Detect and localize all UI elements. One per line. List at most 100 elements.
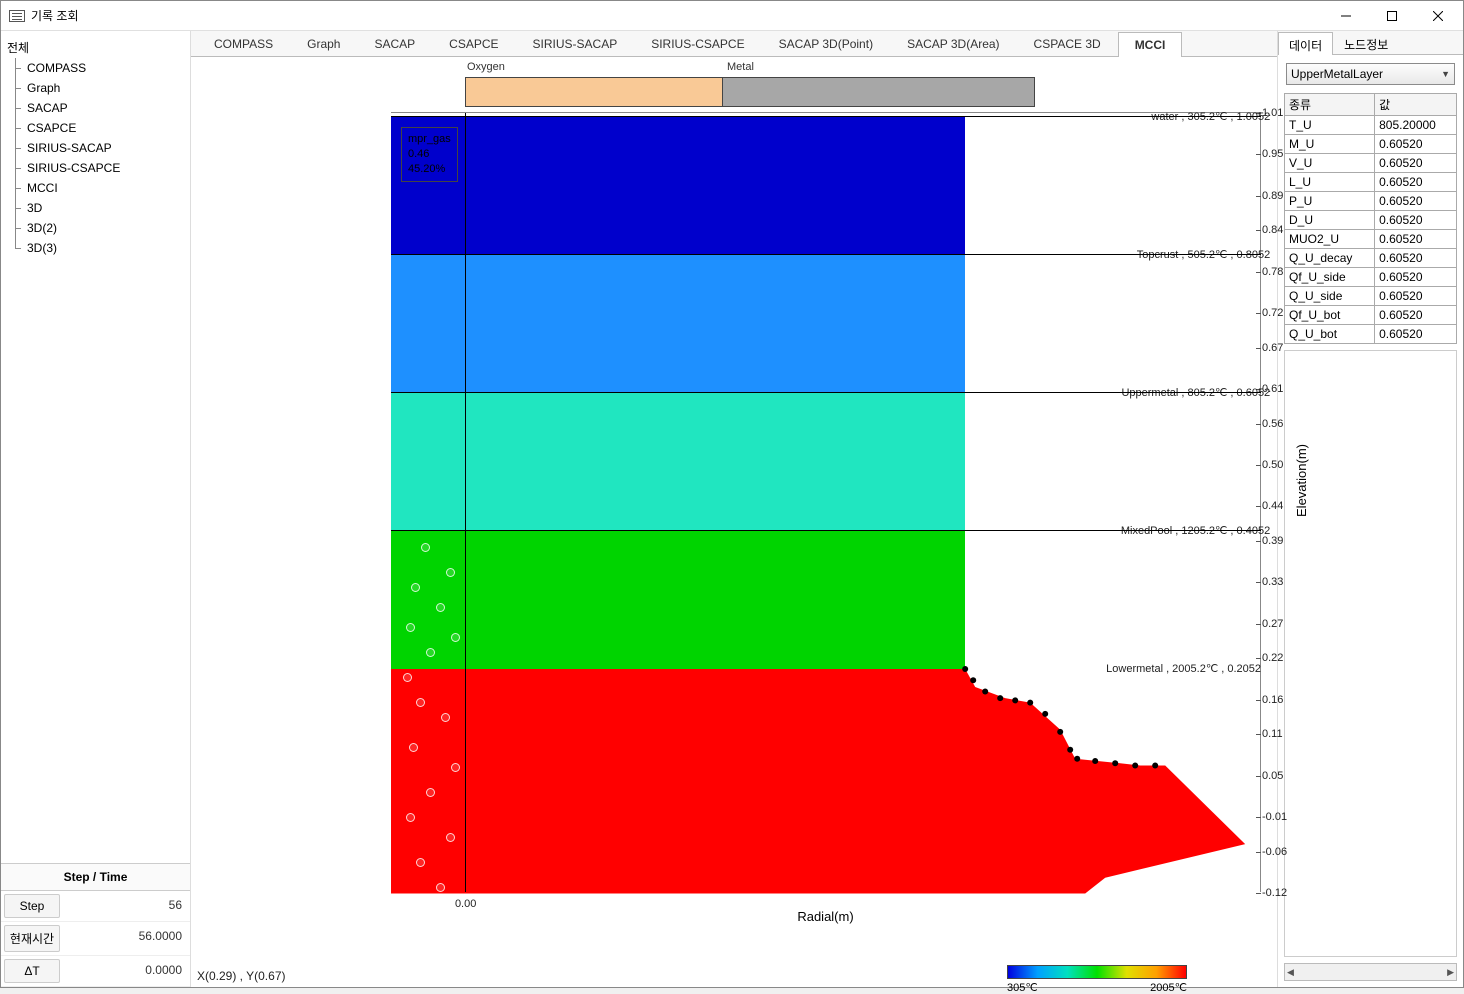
tab-compass[interactable]: COMPASS (197, 31, 290, 56)
tab-sirius-csapce[interactable]: SIRIUS-CSAPCE (634, 31, 761, 56)
right-tab[interactable]: 노드정보 (1333, 31, 1399, 54)
step-value: 56.0000 (63, 922, 190, 955)
layer-water: water , 305.2℃ , 1.0052 (391, 116, 965, 254)
tab-mcci[interactable]: MCCI (1118, 32, 1183, 57)
table-row[interactable]: Qf_U_side0.60520 (1285, 268, 1457, 287)
tree-item[interactable]: COMPASS (5, 58, 186, 78)
plot[interactable]: 1.010.950.890.840.780.720.670.610.560.50… (391, 112, 1261, 892)
close-button[interactable] (1415, 1, 1461, 31)
table-cell-val: 0.60520 (1375, 192, 1457, 211)
table-cell-val: 805.20000 (1375, 116, 1457, 135)
step-panel: Step / Time Step56현재시간56.0000ΔT0.0000 (1, 863, 190, 987)
table-row[interactable]: Qf_U_bot0.60520 (1285, 306, 1457, 325)
layer-lowermetal (391, 669, 1261, 893)
table-cell-val: 0.60520 (1375, 268, 1457, 287)
maximize-icon (1387, 11, 1397, 21)
coord-readout: X(0.29) , Y(0.67) (197, 969, 286, 983)
app-window: 기록 조회 전체 COMPASSGraphSACAPCSAPCESIRIUS-S… (0, 0, 1464, 988)
scroll-right-icon[interactable]: ▶ (1447, 967, 1454, 978)
info-line-1: mpr_gas (408, 132, 451, 147)
table-row[interactable]: M_U0.60520 (1285, 135, 1457, 154)
bubble-icon (403, 673, 412, 682)
y-tick: 0.84 (1262, 224, 1283, 236)
bubble-icon (421, 543, 430, 552)
table-row[interactable]: T_U805.20000 (1285, 116, 1457, 135)
window-title: 기록 조회 (31, 7, 1323, 24)
step-label[interactable]: Step (4, 894, 60, 918)
vertical-marker (465, 113, 466, 892)
table-row[interactable]: Q_U_side0.60520 (1285, 287, 1457, 306)
tree-item[interactable]: SACAP (5, 98, 186, 118)
data-table[interactable]: 종류 값 T_U805.20000M_U0.60520V_U0.60520L_U… (1284, 93, 1457, 344)
table-cell-val: 0.60520 (1375, 306, 1457, 325)
scroll-left-icon[interactable]: ◀ (1287, 967, 1294, 978)
bubble-icon (446, 568, 455, 577)
tree-root-label[interactable]: 전체 (5, 37, 186, 58)
table-row[interactable]: P_U0.60520 (1285, 192, 1457, 211)
table-row[interactable]: L_U0.60520 (1285, 173, 1457, 192)
tree-item[interactable]: Graph (5, 78, 186, 98)
tab-sacap[interactable]: SACAP (357, 31, 432, 56)
layer-dropdown[interactable]: UpperMetalLayer ▼ (1286, 63, 1455, 85)
y-tick: 0.11 (1262, 728, 1283, 740)
table-row[interactable]: D_U0.60520 (1285, 211, 1457, 230)
minimize-button[interactable] (1323, 1, 1369, 31)
info-line-3: 45.20% (408, 162, 451, 177)
table-cell-val: 0.60520 (1375, 135, 1457, 154)
bubble-icon (426, 788, 435, 797)
table-row[interactable]: MUO2_U0.60520 (1285, 230, 1457, 249)
right-scrollbar[interactable]: ◀ ▶ (1284, 963, 1457, 981)
metal-label: Metal (727, 61, 754, 73)
dropdown-value: UpperMetalLayer (1291, 67, 1383, 81)
bubble-icon (406, 813, 415, 822)
tab-sirius-sacap[interactable]: SIRIUS-SACAP (516, 31, 635, 56)
tab-csapce[interactable]: CSAPCE (432, 31, 515, 56)
tab-sacap-3d-point-[interactable]: SACAP 3D(Point) (762, 31, 890, 56)
table-cell-val: 0.60520 (1375, 325, 1457, 344)
table-row[interactable]: Q_U_bot0.60520 (1285, 325, 1457, 344)
bubble-icon (411, 583, 420, 592)
y-tick: 0.89 (1262, 190, 1283, 202)
tab-sacap-3d-area-[interactable]: SACAP 3D(Area) (890, 31, 1016, 56)
y-tick: 0.44 (1262, 500, 1283, 512)
layer-label: Lowermetal , 2005.2℃ , 0.2052 (961, 662, 1261, 675)
y-tick: -0.01 (1262, 811, 1287, 823)
maximize-button[interactable] (1369, 1, 1415, 31)
info-line-2: 0.46 (408, 147, 451, 162)
layer-uppermetal: Uppermetal , 805.2℃ , 0.6052 (391, 392, 965, 530)
tree-item[interactable]: 3D(3) (5, 238, 186, 258)
step-label[interactable]: 현재시간 (4, 925, 60, 952)
table-row[interactable]: Q_U_decay0.60520 (1285, 249, 1457, 268)
close-icon (1433, 11, 1443, 21)
tree-item[interactable]: MCCI (5, 178, 186, 198)
chart-area[interactable]: Oxygen Metal 1.010.950.890.840.780.720.67… (191, 57, 1277, 987)
colorbar: 305℃ 2005℃ (1007, 965, 1187, 979)
table-row[interactable]: V_U0.60520 (1285, 154, 1457, 173)
tree-item[interactable]: CSAPCE (5, 118, 186, 138)
x-axis-label: Radial(m) (797, 909, 853, 924)
y-tick: -0.12 (1262, 887, 1287, 899)
step-value: 56 (63, 891, 190, 921)
right-tab[interactable]: 데이터 (1278, 32, 1333, 55)
tree-item[interactable]: 3D(2) (5, 218, 186, 238)
tree-item[interactable]: SIRIUS-CSAPCE (5, 158, 186, 178)
tab-graph[interactable]: Graph (290, 31, 357, 56)
bubble-icon (426, 648, 435, 657)
bubble-icon (416, 698, 425, 707)
tree-item[interactable]: 3D (5, 198, 186, 218)
sidebar-left: 전체 COMPASSGraphSACAPCSAPCESIRIUS-SACAPSI… (1, 31, 191, 987)
layer-topcrust: Topcrust , 505.2℃ , 0.8052 (391, 254, 965, 392)
table-header-val: 값 (1375, 94, 1457, 116)
tree-view[interactable]: 전체 COMPASSGraphSACAPCSAPCESIRIUS-SACAPSI… (1, 31, 190, 863)
y-tick: 0.33 (1262, 576, 1283, 588)
y-tick: -0.06 (1262, 846, 1287, 858)
y-tick: 0.56 (1262, 418, 1283, 430)
tab-cspace-3d[interactable]: CSPACE 3D (1017, 31, 1118, 56)
right-empty-area (1284, 350, 1457, 957)
oxygen-label: Oxygen (467, 61, 505, 73)
table-cell-val: 0.60520 (1375, 287, 1457, 306)
y-tick: 0.27 (1262, 618, 1283, 630)
tree-item[interactable]: SIRIUS-SACAP (5, 138, 186, 158)
step-label[interactable]: ΔT (4, 959, 60, 983)
step-row: 현재시간56.0000 (1, 922, 190, 956)
